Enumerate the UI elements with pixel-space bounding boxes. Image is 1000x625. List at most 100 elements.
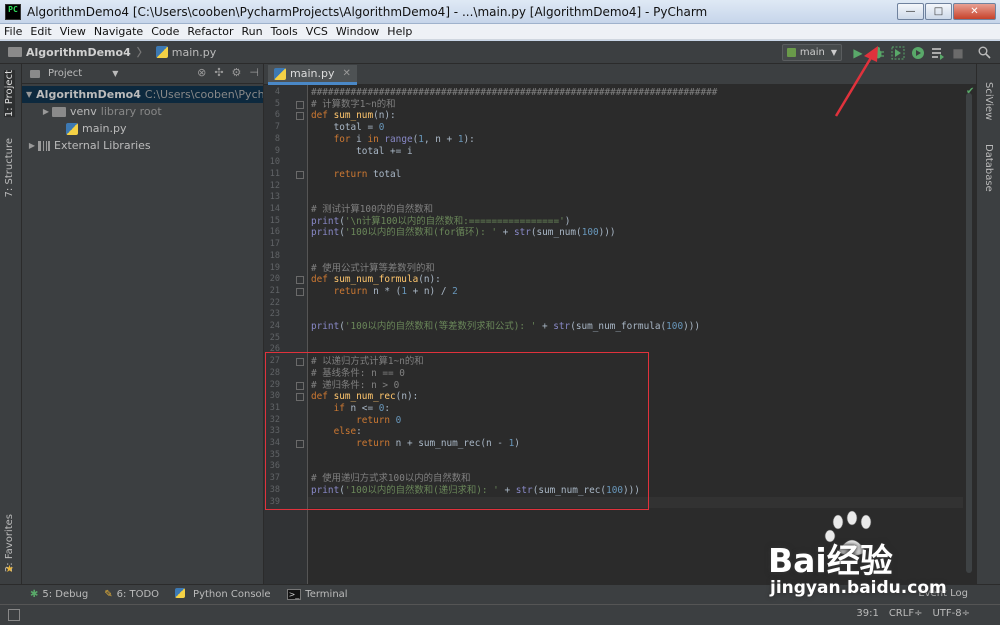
menu-run[interactable]: Run <box>238 25 267 38</box>
line-number: 10 <box>269 157 280 168</box>
code-line[interactable] <box>308 192 976 204</box>
folder-icon <box>8 47 22 57</box>
folder-icon <box>30 69 40 78</box>
menu-vcs[interactable]: VCS <box>302 25 332 38</box>
close-window-button[interactable]: ✕ <box>953 3 996 20</box>
code-token: str <box>553 321 571 332</box>
line-number: 15 <box>269 215 280 226</box>
tree-row[interactable]: ▶ venv library root <box>22 103 263 120</box>
menu-code[interactable]: Code <box>147 25 183 38</box>
menu-view[interactable]: View <box>56 25 90 38</box>
line-number: 14 <box>269 204 280 214</box>
menu-edit[interactable]: Edit <box>26 25 55 38</box>
code-line[interactable] <box>308 309 976 321</box>
tool-python-console[interactable]: Python Console <box>175 588 271 601</box>
gear-icon[interactable]: ⚙ <box>232 66 242 79</box>
line-number: 18 <box>269 250 280 261</box>
tree-row[interactable]: ▼ AlgorithmDemo4C:\Users\cooben\PycharmPr… <box>22 86 263 103</box>
tab-structure[interactable]: 7: Structure <box>4 138 15 197</box>
run-concurrency-icon[interactable] <box>930 45 946 61</box>
code-line[interactable]: total += i <box>308 146 976 158</box>
line-number: 5 <box>274 98 280 109</box>
code-line[interactable] <box>308 333 976 345</box>
fold-marker-icon[interactable] <box>296 276 304 285</box>
watermark-brand: Bai经验 <box>768 541 893 580</box>
tab-database[interactable]: Database <box>983 144 994 192</box>
line-number: 12 <box>269 180 280 191</box>
line-number: 19 <box>269 262 280 273</box>
code-line[interactable]: # 使用公式计算等差数列的和 <box>308 263 976 275</box>
code-line[interactable]: return n * (1 + n) / 2 <box>308 286 976 298</box>
scrollbar-thumb[interactable] <box>966 93 972 573</box>
chevron-right-icon[interactable]: ▶ <box>40 107 52 116</box>
chevron-right-icon[interactable]: ▶ <box>26 141 38 150</box>
line-number: 25 <box>269 332 280 343</box>
code-token: '100以内的自然数和(for循环): ' <box>344 227 497 239</box>
code-line[interactable]: print('\n计算100以内的自然数和:================') <box>308 216 976 228</box>
profile-icon[interactable] <box>910 45 926 61</box>
breadcrumb-file[interactable]: main.py <box>155 46 216 59</box>
code-token: print <box>311 215 340 227</box>
star-icon: ★ <box>5 564 14 575</box>
code-line[interactable] <box>308 157 976 169</box>
line-number: 22 <box>269 297 280 308</box>
editor-tab-label: main.py <box>290 67 335 80</box>
menu-navigate[interactable]: Navigate <box>90 25 147 38</box>
code-line[interactable]: # 测试计算100内的自然数和 <box>308 204 976 216</box>
project-panel-tools: ⊗ ✣ ⚙ ⊣ <box>193 66 263 79</box>
line-number: 6 <box>274 110 280 121</box>
fold-marker-icon[interactable] <box>296 112 304 121</box>
code-token: return <box>333 168 374 180</box>
tool-terminal[interactable]: >_ Terminal <box>286 589 348 600</box>
code-token: 0 <box>378 122 385 134</box>
hide-panel-icon[interactable]: ⊣ <box>249 66 259 79</box>
tool-todo[interactable]: ✎ 6: TODO <box>104 589 159 600</box>
menu-window[interactable]: Window <box>332 25 383 38</box>
menu-bar: File Edit View Navigate Code Refactor Ru… <box>0 24 1000 40</box>
code-token: 2 <box>452 285 458 297</box>
code-line[interactable] <box>308 251 976 263</box>
python-file-icon <box>155 46 168 58</box>
stop-icon[interactable]: ■ <box>950 45 966 61</box>
code-line[interactable] <box>308 298 976 310</box>
tree-row[interactable]: main.py <box>22 120 263 137</box>
collapse-all-icon[interactable]: ⊗ <box>197 66 206 79</box>
scroll-from-source-icon[interactable]: ✣ <box>214 66 223 79</box>
code-line[interactable]: for i in range(1, n + 1): <box>308 134 976 146</box>
terminal-icon: >_ <box>286 589 302 600</box>
fold-marker-icon[interactable] <box>296 100 304 109</box>
code-line[interactable]: def sum_num_formula(n): <box>308 274 976 286</box>
code-line[interactable]: return total <box>308 169 976 181</box>
chevron-down-icon[interactable]: ▼ <box>112 69 118 78</box>
code-line[interactable]: print('100以内的自然数和(等差数列求和公式): ' + str(sum… <box>308 321 976 333</box>
tool-todo-label: 6: TODO <box>116 589 160 600</box>
code-token: (sum_num_formula( <box>570 321 667 332</box>
tab-sciview[interactable]: SciView <box>983 82 994 120</box>
breadcrumb-project[interactable]: AlgorithmDemo4 〉 <box>8 44 148 60</box>
code-token: print <box>311 321 340 332</box>
tree-row[interactable]: ▶ External Libraries <box>22 137 263 154</box>
menu-file[interactable]: File <box>0 25 26 38</box>
search-icon[interactable] <box>976 45 992 61</box>
maximize-button[interactable]: □ <box>925 3 952 20</box>
tool-debug[interactable]: ✱ 5: Debug <box>30 589 88 600</box>
code-token: def <box>311 110 334 122</box>
code-token: , n + <box>423 133 458 145</box>
menu-tools[interactable]: Tools <box>267 25 302 38</box>
close-tab-icon[interactable]: ✕ <box>342 68 350 79</box>
code-line[interactable] <box>308 239 976 251</box>
code-line[interactable]: print('100以内的自然数和(for循环): ' + str(sum_nu… <box>308 227 976 239</box>
toggle-tool-windows-icon[interactable] <box>8 609 20 621</box>
tab-project[interactable]: 1: Project <box>4 70 15 118</box>
menu-help[interactable]: Help <box>383 25 416 38</box>
minimize-button[interactable]: — <box>897 3 924 20</box>
line-number: 23 <box>269 309 280 320</box>
editor-tab-main-py[interactable]: main.py ✕ <box>268 65 357 85</box>
menu-refactor[interactable]: Refactor <box>183 25 237 38</box>
chevron-down-icon[interactable]: ▼ <box>26 90 32 99</box>
fold-marker-icon[interactable] <box>296 170 304 179</box>
code-line[interactable] <box>308 181 976 193</box>
fold-marker-icon[interactable] <box>296 287 304 296</box>
project-view-select[interactable]: Project <box>48 68 82 79</box>
